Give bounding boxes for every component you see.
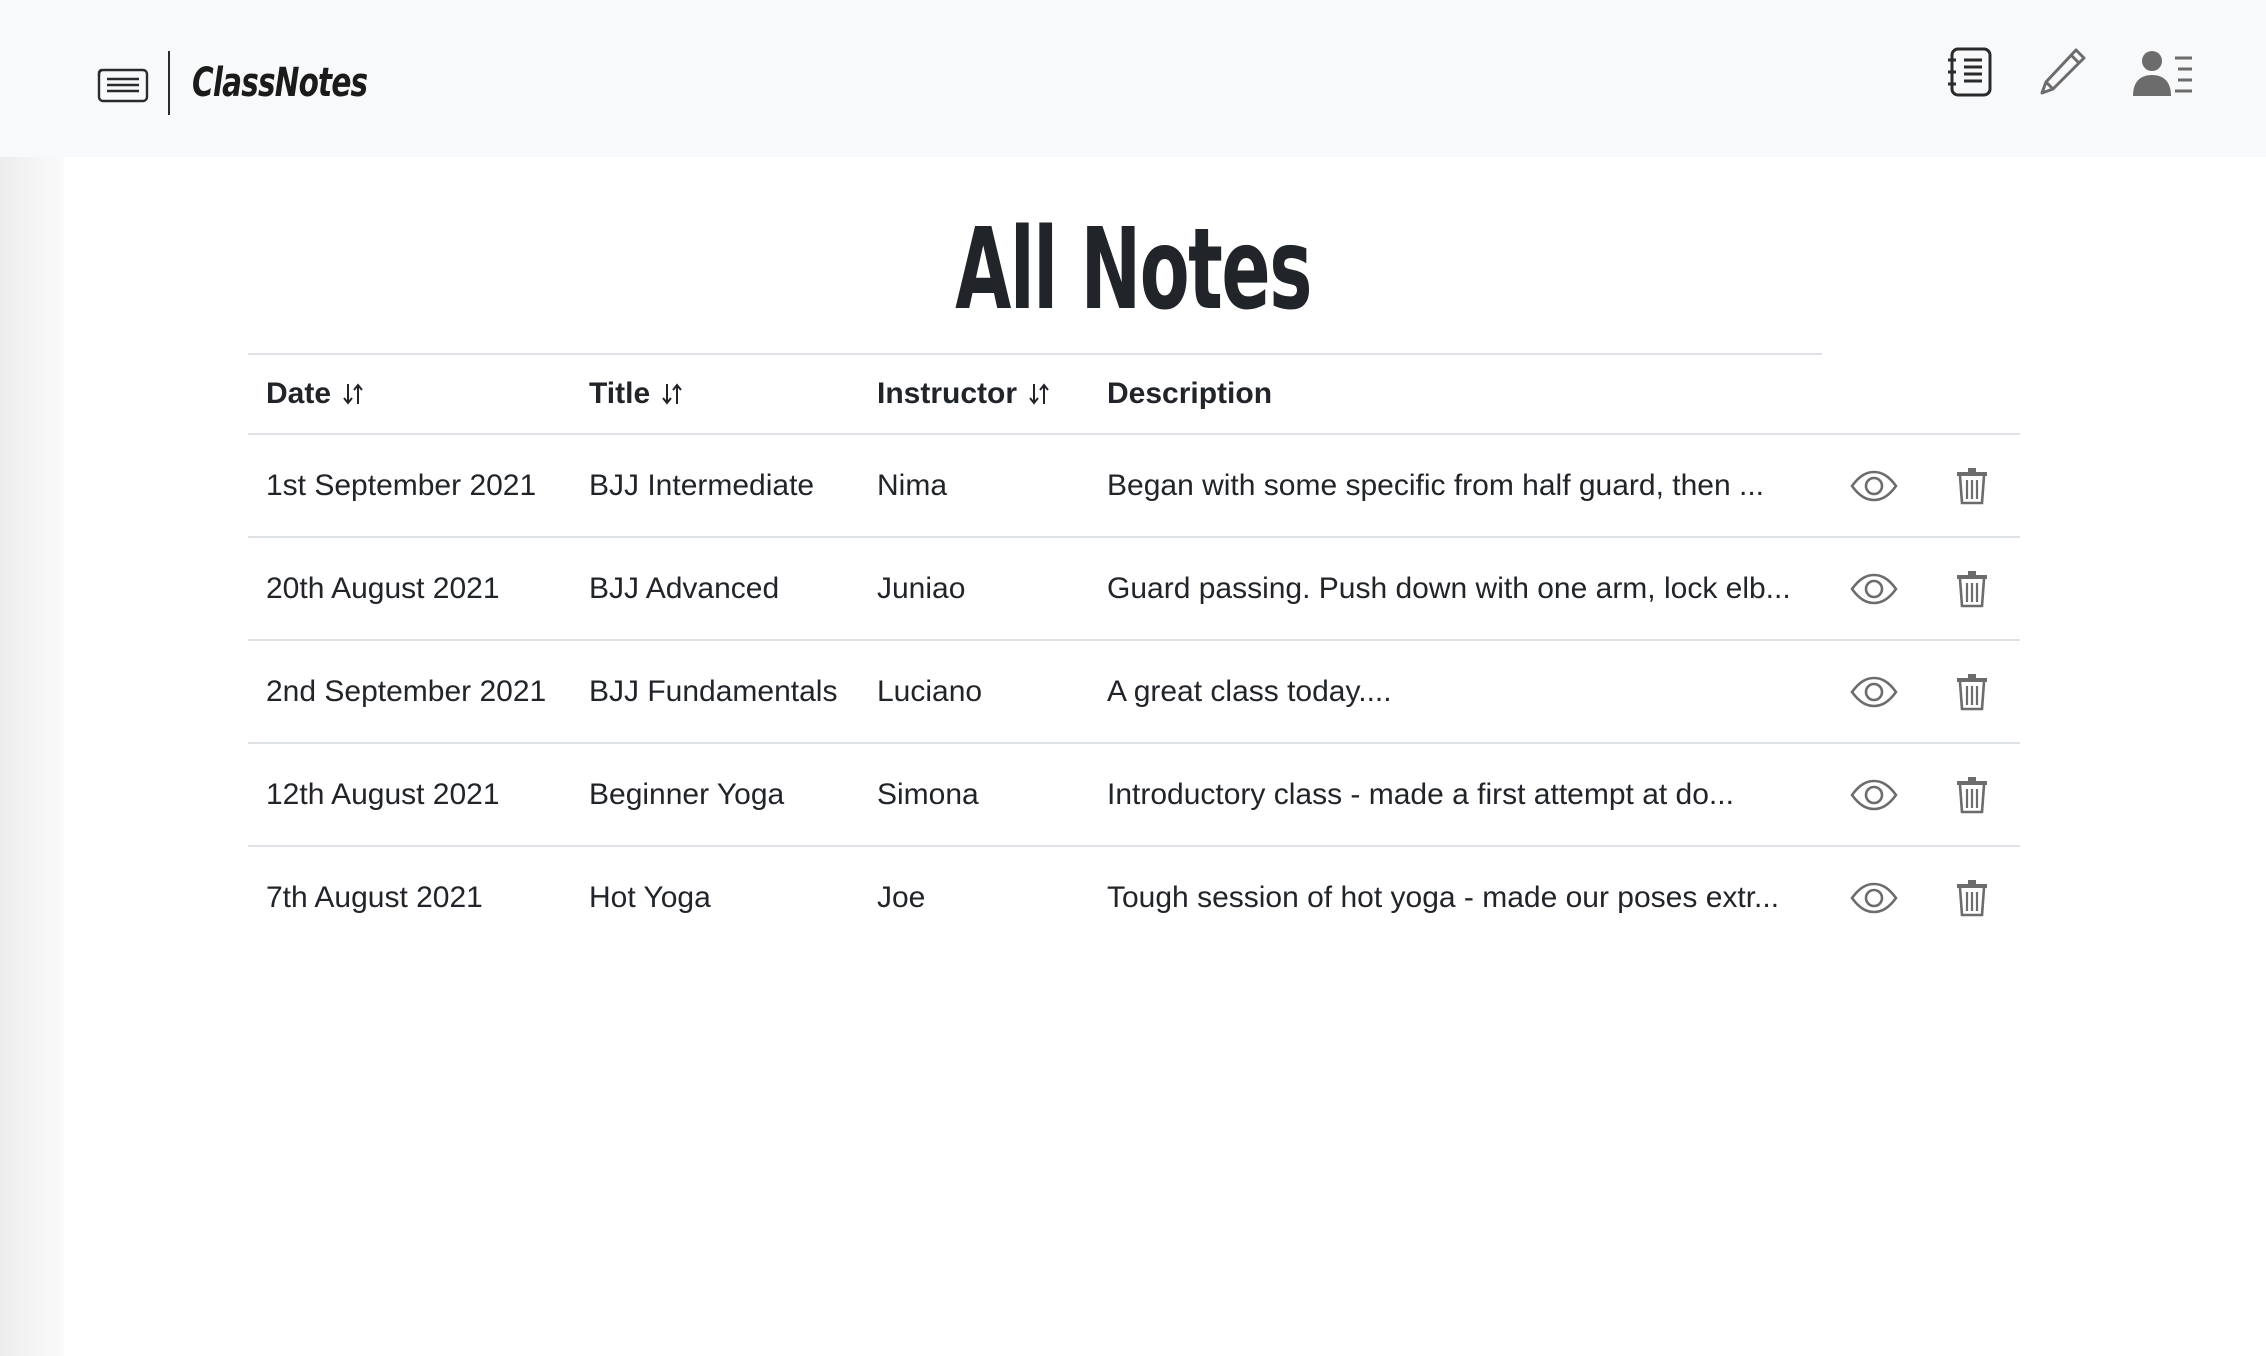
sort-arrows-icon[interactable]: [660, 381, 684, 407]
note-instructor: Juniao: [877, 571, 966, 605]
notebook-list-icon[interactable]: [1946, 46, 1994, 98]
note-title: Hot Yoga: [589, 880, 711, 914]
user-profile-icon[interactable]: [2132, 50, 2196, 98]
delete-note-button[interactable]: [1956, 847, 1988, 948]
top-navbar: ClassNotes: [0, 0, 2266, 157]
note-description: A great class today....: [1107, 674, 1392, 708]
column-header-title[interactable]: Title: [589, 355, 684, 433]
trash-icon: [1957, 673, 1987, 710]
eye-icon: [1850, 882, 1898, 913]
table-row: 7th August 2021 Hot Yoga Joe Tough sessi…: [248, 847, 2020, 948]
note-title: BJJ Intermediate: [589, 468, 815, 502]
note-description: Introductory class - made a first attemp…: [1107, 777, 1734, 811]
delete-note-button[interactable]: [1956, 435, 1988, 536]
table-row: 1st September 2021 BJJ Intermediate Nima…: [248, 435, 2020, 538]
brand[interactable]: ClassNotes: [96, 50, 406, 116]
note-date: 20th August 2021: [266, 571, 500, 605]
note-title: BJJ Advanced: [589, 571, 780, 605]
delete-note-button[interactable]: [1956, 641, 1988, 742]
eye-icon: [1850, 676, 1898, 707]
sort-arrows-icon[interactable]: [1027, 381, 1051, 407]
view-note-button[interactable]: [1850, 847, 1898, 948]
column-header-label: Instructor: [877, 377, 1018, 410]
column-header-label: Title: [589, 377, 651, 410]
column-header-description: Description: [1107, 355, 1272, 433]
table-row: 2nd September 2021 BJJ Fundamentals Luci…: [248, 641, 2020, 744]
sort-arrows-icon[interactable]: [341, 381, 365, 407]
note-description: Began with some specific from half guard…: [1107, 468, 1764, 502]
eye-icon: [1850, 779, 1898, 810]
page-title: All Notes: [955, 205, 1312, 335]
trash-icon: [1957, 879, 1987, 916]
trash-icon: [1957, 570, 1987, 607]
note-instructor: Luciano: [877, 674, 983, 708]
eye-icon: [1850, 470, 1898, 501]
delete-note-button[interactable]: [1956, 538, 1988, 639]
table-row: 12th August 2021 Beginner Yoga Simona In…: [248, 744, 2020, 847]
trash-icon: [1957, 467, 1987, 504]
column-header-label: Date: [266, 377, 332, 410]
note-title: Beginner Yoga: [589, 777, 785, 811]
brand-divider: [168, 51, 170, 115]
note-instructor: Nima: [877, 468, 948, 502]
note-date: 12th August 2021: [266, 777, 500, 811]
note-date: 2nd September 2021: [266, 674, 547, 708]
note-title: BJJ Fundamentals: [589, 674, 838, 708]
view-note-button[interactable]: [1850, 538, 1898, 639]
column-header-date[interactable]: Date: [266, 355, 365, 433]
column-header-instructor[interactable]: Instructor: [877, 355, 1051, 433]
table-header-row: Date Title Instructor Description: [248, 355, 2020, 435]
pencil-icon[interactable]: [2038, 46, 2088, 98]
left-edge-shade: [0, 0, 64, 1356]
eye-icon: [1850, 573, 1898, 604]
note-date: 1st September 2021: [266, 468, 537, 502]
notes-table: Date Title Instructor Description 1st Se…: [248, 355, 2020, 948]
trash-icon: [1957, 776, 1987, 813]
note-description: Tough session of hot yoga - made our pos…: [1107, 880, 1780, 914]
note-description: Guard passing. Push down with one arm, l…: [1107, 571, 1791, 605]
note-instructor: Simona: [877, 777, 979, 811]
delete-note-button[interactable]: [1956, 744, 1988, 845]
column-header-label: Description: [1107, 377, 1273, 410]
view-note-button[interactable]: [1850, 744, 1898, 845]
note-date: 7th August 2021: [266, 880, 483, 914]
view-note-button[interactable]: [1850, 435, 1898, 536]
note-instructor: Joe: [877, 880, 926, 914]
newspaper-icon: [97, 68, 149, 103]
view-note-button[interactable]: [1850, 641, 1898, 742]
brand-name[interactable]: ClassNotes: [192, 60, 368, 106]
table-row: 20th August 2021 BJJ Advanced Juniao Gua…: [248, 538, 2020, 641]
